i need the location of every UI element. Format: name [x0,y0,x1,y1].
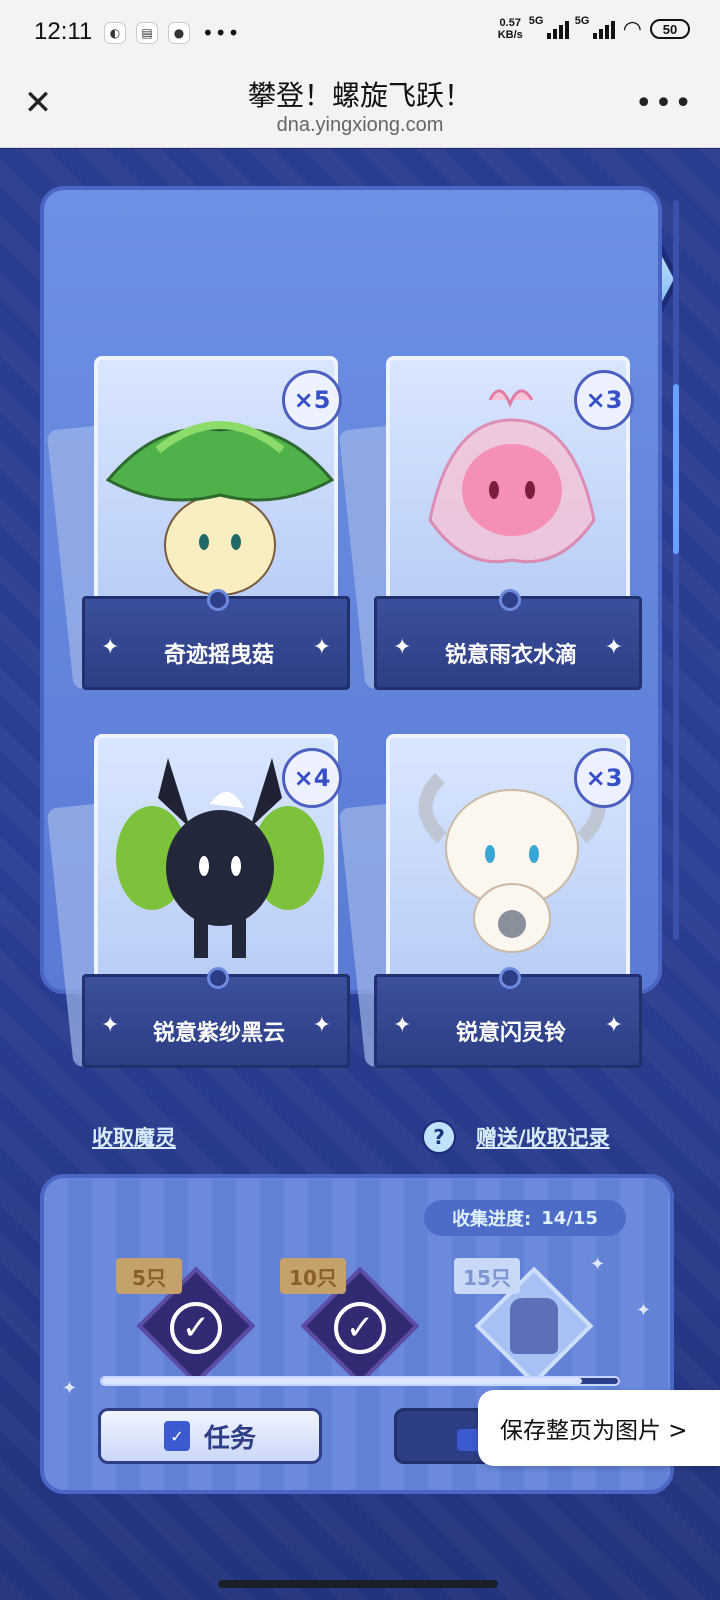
sparkle-icon: ✦ [312,1013,331,1038]
collection-progress: 收集进度: 14/15 [424,1200,626,1236]
task-label: 任务 [203,1423,256,1454]
check-icon: ✓ [334,1302,386,1354]
status-bar: 12:11 ◐ ▤ ● ••• 0.57 KB/s 5G 5G ◠ 50 [0,0,720,64]
net-speed: 0.57 KB/s [497,17,523,41]
card-item[interactable]: ×3 ✦ 锐意雨衣水滴 ✦ [338,356,642,696]
game-icon: ● [168,22,190,44]
page-url: dna.yingxiong.com [276,114,444,136]
page-title: 攀登！螺旋飞跃！ [247,79,472,112]
count-badge: ×3 [574,748,634,808]
card-nameplate: ✦ 锐意雨衣水滴 ✦ [374,589,642,690]
milestone-label: 10只 [280,1258,346,1294]
milestone-reward-locked[interactable]: 15只 [454,1256,604,1396]
home-indicator[interactable] [218,1580,498,1588]
card-nameplate: ✦ 锐意闪灵铃 ✦ [374,967,642,1068]
signal-2-icon: 5G [575,15,615,39]
count-badge: ×3 [574,370,634,430]
task-button[interactable]: ✓ 任务 [98,1408,322,1464]
milestone-label: 5只 [116,1258,182,1294]
card-item[interactable]: ×4 ✦ 锐意紫纱黑云 ✦ [46,734,350,1074]
records-link[interactable]: 赠送/收取记录 [476,1122,610,1152]
sparkle-icon: ✦ [312,635,331,660]
notification-icons: ◐ ▤ ● ••• [104,22,240,44]
app-icon: ▤ [136,22,158,44]
card-nameplate: ✦ 奇迹摇曳菇 ✦ [82,589,350,690]
signal-1-icon: 5G [529,15,569,39]
milestone-reward[interactable]: ✓ 10只 [280,1256,430,1396]
check-icon: ✓ [170,1302,222,1354]
wifi-icon: ◠ [622,16,642,41]
milestone-reward[interactable]: ✓ 5只 [116,1256,266,1396]
card-item[interactable]: ×3 ✦ 锐意闪灵铃 ✦ [338,734,642,1074]
battery-icon: 50 [650,19,690,39]
browser-header: ✕ 攀登！螺旋飞跃！ dna.yingxiong.com ••• [0,64,720,148]
more-notifications-icon: ••• [202,21,241,45]
progress-label: 收集进度: [452,1209,532,1230]
milestone-label: 15只 [454,1258,520,1294]
task-icon: ✓ [163,1421,190,1451]
progress-value: 14/15 [541,1207,598,1229]
question-icon[interactable]: ? [422,1120,456,1154]
qq-icon: ◐ [104,22,126,44]
status-right: 0.57 KB/s 5G 5G ◠ 50 [497,15,690,42]
progress-bar [100,1376,620,1386]
cat-bag-icon [510,1298,558,1354]
save-page-as-image-button[interactable]: 保存整页为图片 > [478,1390,720,1466]
receive-link[interactable]: 收取魔灵 [92,1122,176,1152]
card-item[interactable]: ×5 ✦ 奇迹摇曳菇 ✦ [46,356,350,696]
more-icon[interactable]: ••• [635,86,694,121]
count-badge: ×5 [282,370,342,430]
card-nameplate: ✦ 锐意紫纱黑云 ✦ [82,967,350,1068]
sparkle-icon: ✦ [604,635,623,660]
scrollbar-thumb[interactable] [673,384,679,554]
clock: 12:11 [34,18,93,45]
scrollbar[interactable] [673,200,679,940]
sparkle-icon: ✦ [604,1013,623,1038]
count-badge: ×4 [282,748,342,808]
